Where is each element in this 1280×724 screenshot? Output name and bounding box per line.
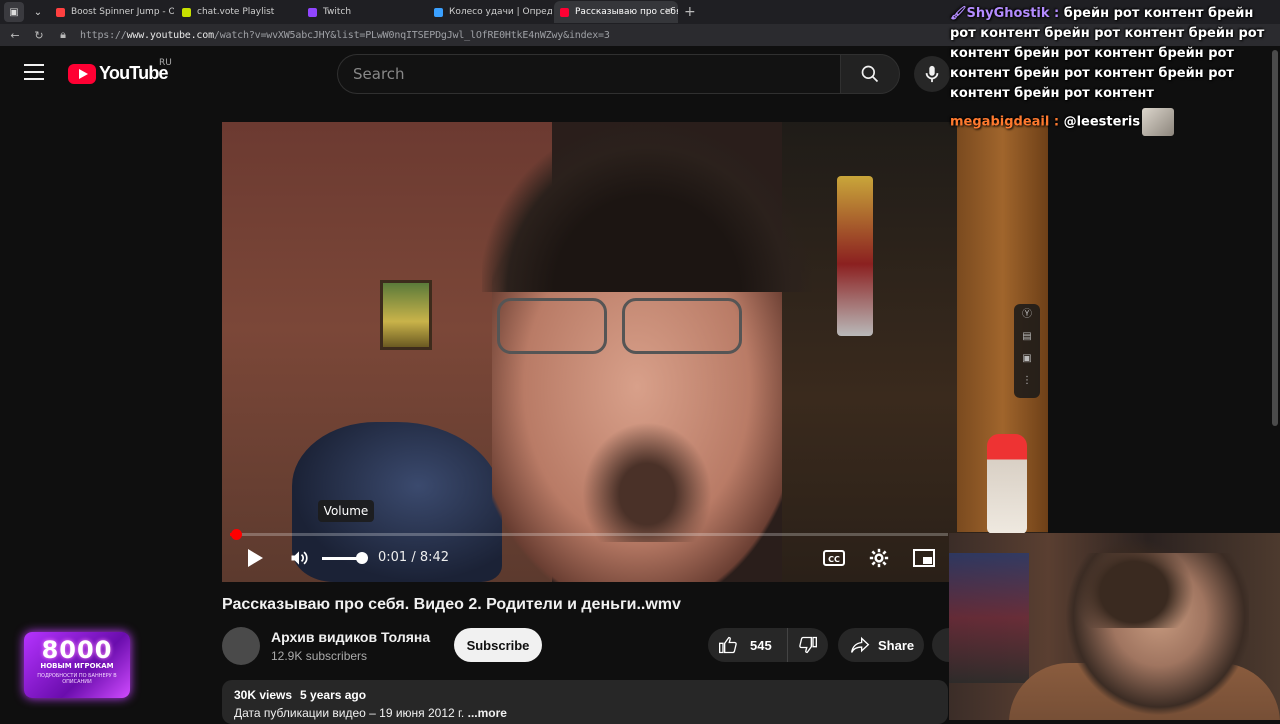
chat-text: @leesteris xyxy=(1063,114,1141,130)
youtube-logo[interactable]: YouTube RU xyxy=(68,58,172,84)
tab-favicon-icon xyxy=(434,7,443,17)
promo-banner: 8000 НОВЫМ ИГРОКАМ ПОДРОБНОСТИ ПО БАННЕР… xyxy=(24,632,130,698)
thumbs-down-icon xyxy=(799,636,817,654)
tab-label: Boost Spinner Jump - One xyxy=(71,7,174,17)
tab-label: Twitch xyxy=(323,7,352,17)
svg-text:CC: CC xyxy=(828,555,840,564)
tab-favicon-icon xyxy=(308,7,317,17)
progress-bar[interactable] xyxy=(230,529,948,540)
share-button[interactable]: Share xyxy=(838,628,924,662)
tab-label: chat.vote Playlist xyxy=(197,7,275,17)
microphone-icon xyxy=(925,65,939,83)
extension-toolbar: Ⓨ ▤ ▣ ⋮ xyxy=(1014,304,1040,398)
voice-search-button[interactable] xyxy=(914,56,950,92)
dislike-button[interactable] xyxy=(788,635,828,655)
browser-menu-icon[interactable]: ▣ xyxy=(4,2,24,22)
screenshot-icon[interactable]: ▣ xyxy=(1014,348,1040,370)
video-title: Рассказываю про себя. Видео 2. Родители … xyxy=(222,596,681,613)
search-button[interactable] xyxy=(840,54,900,94)
view-count: 30K views xyxy=(234,688,293,702)
url-field[interactable]: https://www.youtube.com/watch?v=wvXW5abc… xyxy=(80,30,610,41)
chat-message: megabigdeail : @leesteris xyxy=(950,108,1268,136)
tab-favicon-icon xyxy=(560,7,569,17)
page-scrollbar[interactable] xyxy=(1270,48,1280,428)
tab-favicon-icon xyxy=(182,7,191,17)
like-dislike-group: 545 xyxy=(708,628,828,662)
channel-name[interactable]: Архив видиков Толяна xyxy=(271,629,430,645)
thumbs-up-icon xyxy=(719,636,737,654)
logo-wordmark: YouTube xyxy=(99,63,169,83)
stream-chat-overlay: 🖌︎ShyGhostik : брейн рот контент брейн р… xyxy=(950,4,1268,136)
tab-list-chevron-icon[interactable]: ⌄ xyxy=(28,2,48,22)
tab-favicon-icon xyxy=(56,7,65,17)
youtube-play-logo-icon xyxy=(68,63,96,84)
volume-slider[interactable] xyxy=(322,552,368,564)
region-label: RU xyxy=(159,58,172,68)
browser-tab[interactable]: chat.vote Playlist xyxy=(176,1,300,23)
play-icon xyxy=(248,549,263,567)
more-vertical-icon[interactable]: ⋮ xyxy=(1014,370,1040,392)
volume-knob[interactable] xyxy=(355,552,368,564)
browser-tab[interactable]: Twitch xyxy=(302,1,426,23)
captions-button[interactable]: CC xyxy=(822,544,846,572)
like-count: 545 xyxy=(750,637,772,653)
share-icon xyxy=(851,636,870,653)
hamburger-menu-icon[interactable] xyxy=(24,64,44,80)
search-icon xyxy=(861,65,879,83)
cat-emote-icon xyxy=(1142,108,1175,136)
captions-icon: CC xyxy=(823,550,845,566)
close-tab-icon[interactable]: ✕ xyxy=(664,7,672,17)
browser-tab[interactable]: Рассказываю про себя ✕ xyxy=(554,1,678,23)
more-link[interactable]: ...more xyxy=(468,706,507,720)
description-text: Дата публикации видео – 19 июня 2012 г. xyxy=(234,706,468,720)
subscriber-count: 12.9K subscribers xyxy=(271,649,368,663)
browser-tab[interactable]: Boost Spinner Jump - One xyxy=(50,1,174,23)
miniplayer-button[interactable] xyxy=(912,544,936,572)
browser-tab[interactable]: Колесо удачи | Определ xyxy=(428,1,552,23)
gear-icon xyxy=(869,548,889,568)
time-display: 0:01 / 8:42 xyxy=(378,550,450,565)
volume-tooltip: Volume xyxy=(318,500,374,522)
settings-button[interactable] xyxy=(867,544,891,572)
subtitles-icon[interactable]: ▤ xyxy=(1014,326,1040,348)
streamer-webcam xyxy=(949,533,1280,720)
mute-button[interactable] xyxy=(286,544,312,572)
play-button[interactable] xyxy=(242,544,268,572)
upload-age: 5 years ago xyxy=(300,688,367,702)
new-tab-icon[interactable]: + xyxy=(684,4,696,20)
subscribe-button[interactable]: Subscribe xyxy=(454,628,542,662)
chat-username: megabigdeail : xyxy=(950,114,1064,130)
tab-label: Рассказываю про себя xyxy=(575,7,678,17)
chat-username: 🖌︎ShyGhostik : xyxy=(950,6,1064,21)
progress-scrubber[interactable] xyxy=(231,529,242,540)
chat-message: 🖌︎ShyGhostik : брейн рот контент брейн р… xyxy=(950,4,1268,104)
back-icon[interactable]: ← xyxy=(6,29,24,42)
channel-avatar[interactable] xyxy=(222,627,260,665)
description-box[interactable]: 30K views 5 years ago Дата публикации вид… xyxy=(222,680,948,724)
lock-icon: 🔒︎ xyxy=(60,28,66,41)
tab-label: Колесо удачи | Определ xyxy=(449,7,552,17)
reload-icon[interactable]: ↻ xyxy=(30,29,48,42)
translate-icon[interactable]: Ⓨ xyxy=(1014,304,1040,326)
volume-icon xyxy=(291,551,308,565)
like-button[interactable]: 545 xyxy=(708,628,788,662)
search-input[interactable]: Search xyxy=(337,54,840,94)
chat-badge-icon: 🖌︎ xyxy=(950,6,967,21)
miniplayer-icon xyxy=(913,549,935,567)
